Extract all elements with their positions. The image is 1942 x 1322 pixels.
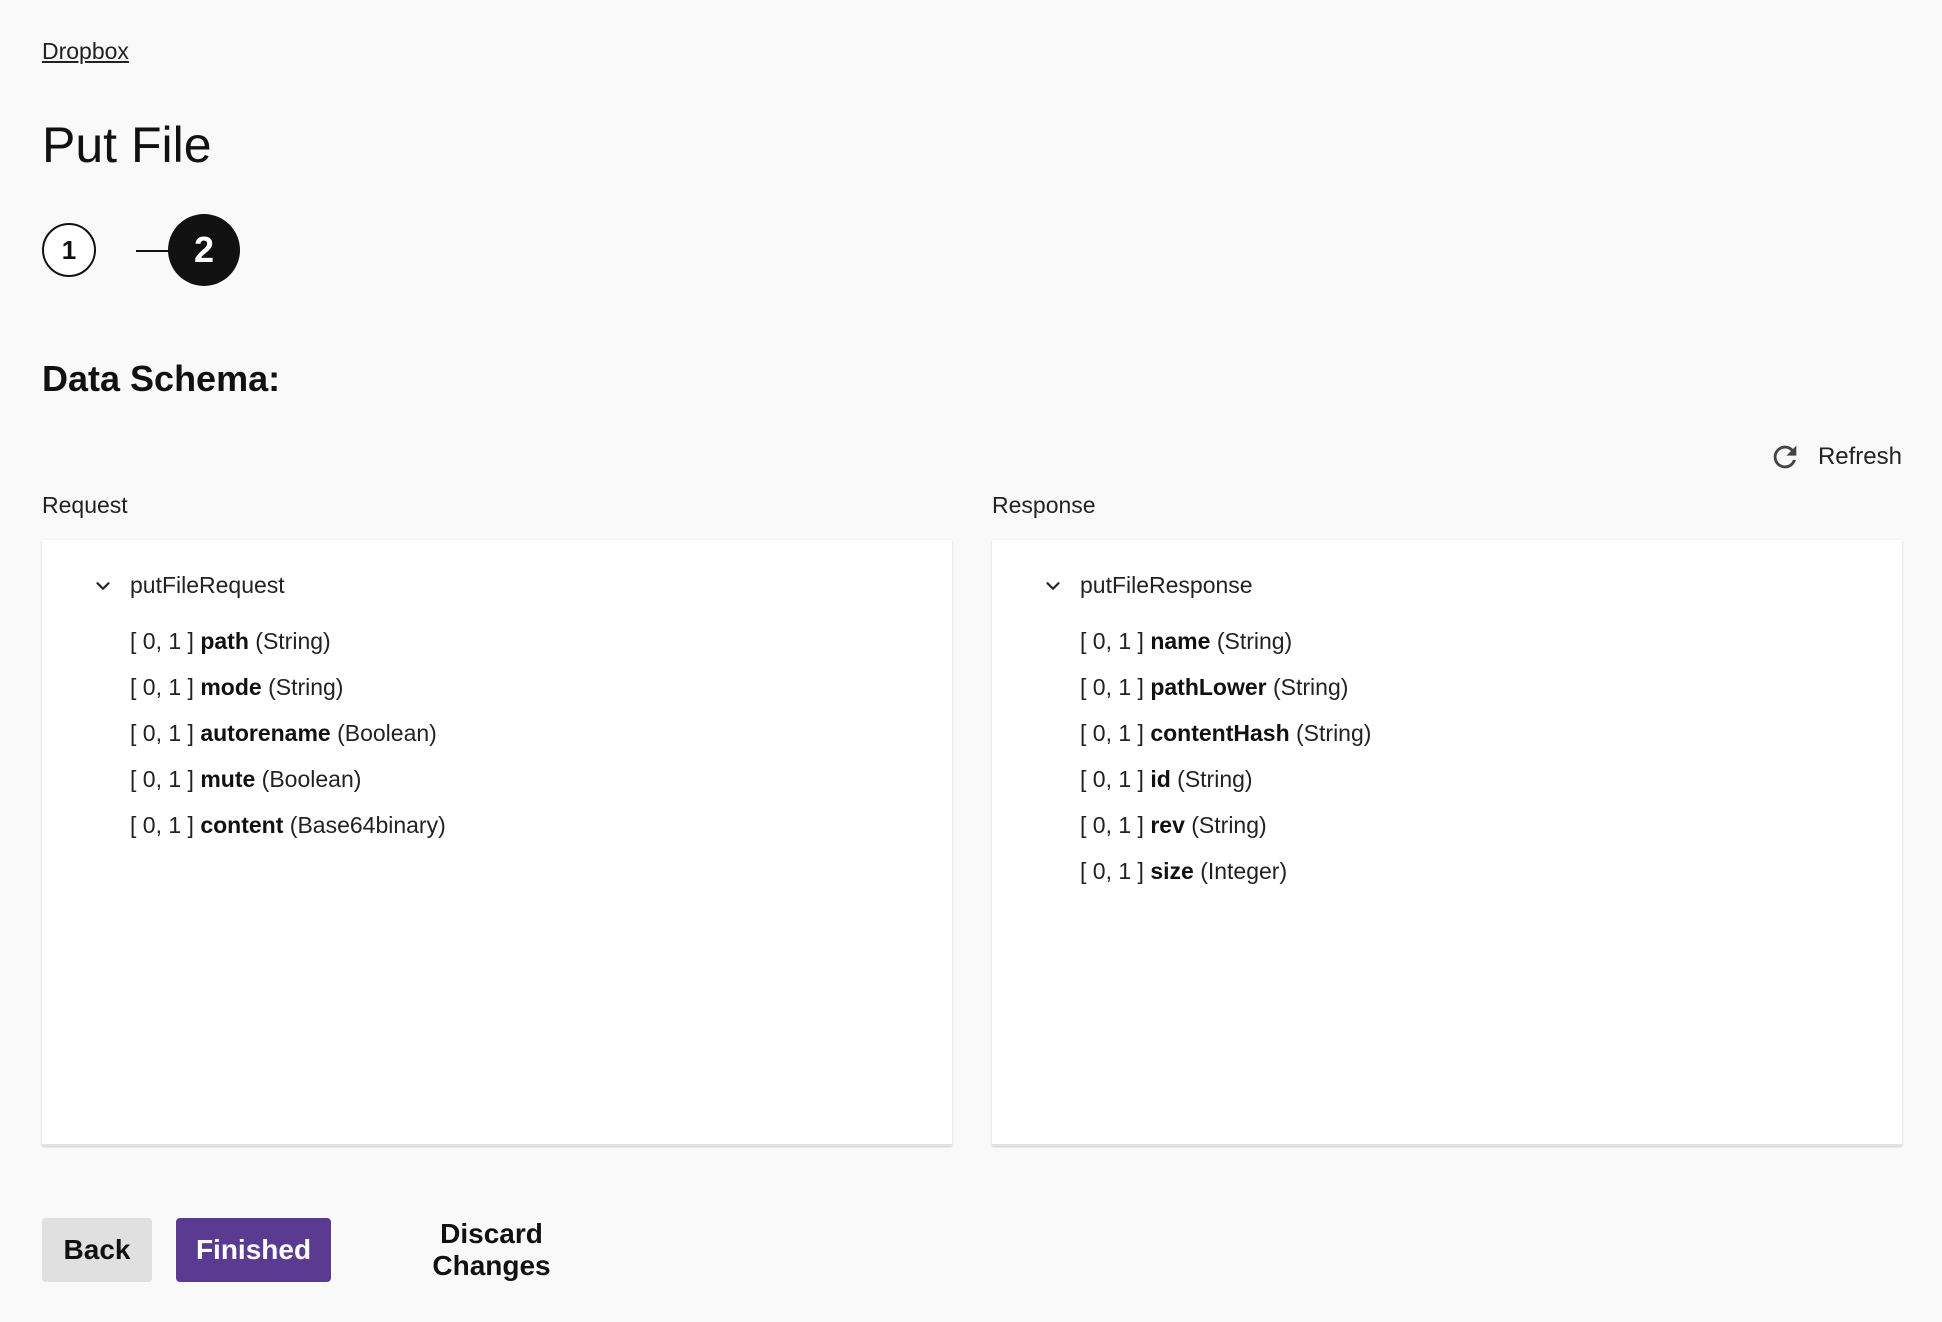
breadcrumb-dropbox[interactable]: Dropbox [42, 38, 129, 65]
field-type: (String) [1273, 674, 1349, 700]
chevron-down-icon[interactable] [92, 575, 114, 597]
field-name: mute [200, 766, 256, 792]
tree-root-request[interactable]: putFileRequest [92, 572, 285, 599]
tree-field: [ 0, 1 ] rev (String) [1080, 802, 1371, 848]
request-label: Request [42, 492, 128, 518]
finished-button[interactable]: Finished [176, 1218, 331, 1282]
stepper: 1 2 [42, 214, 240, 286]
field-name: size [1150, 858, 1194, 884]
tree-field: [ 0, 1 ] name (String) [1080, 618, 1371, 664]
step-2-active[interactable]: 2 [168, 214, 240, 286]
tree-field: [ 0, 1 ] id (String) [1080, 756, 1371, 802]
field-name: name [1150, 628, 1211, 654]
field-type: (Base64binary) [289, 812, 446, 838]
tree-field: [ 0, 1 ] mode (String) [130, 664, 446, 710]
field-name: id [1150, 766, 1171, 792]
field-type: (String) [1296, 720, 1372, 746]
field-name: contentHash [1150, 720, 1290, 746]
refresh-label: Refresh [1817, 443, 1902, 470]
page: Dropbox Put File 1 2 Data Schema: Refres… [0, 0, 1942, 1322]
tree-field: [ 0, 1 ] autorename (Boolean) [130, 710, 446, 756]
field-cardinality: [ 0, 1 ] [1080, 812, 1144, 838]
chevron-down-icon[interactable] [1042, 575, 1064, 597]
refresh-button[interactable]: Refresh [1768, 440, 1902, 474]
tree-field: [ 0, 1 ] path (String) [130, 618, 446, 664]
field-cardinality: [ 0, 1 ] [130, 812, 194, 838]
tree-root-label: putFileRequest [130, 572, 285, 598]
field-name: content [200, 812, 284, 838]
field-cardinality: [ 0, 1 ] [130, 628, 194, 654]
field-type: (Boolean) [261, 766, 362, 792]
field-cardinality: [ 0, 1 ] [130, 674, 194, 700]
field-type: (Integer) [1200, 858, 1288, 884]
request-schema-panel: putFileRequest [ 0, 1 ] path (String) [ … [42, 540, 952, 1146]
response-field-list: [ 0, 1 ] name (String) [ 0, 1 ] pathLowe… [1080, 618, 1371, 894]
tree-field: [ 0, 1 ] size (Integer) [1080, 848, 1371, 894]
field-cardinality: [ 0, 1 ] [1080, 628, 1144, 654]
page-title: Put File [42, 117, 212, 173]
field-type: (String) [1177, 766, 1253, 792]
field-type: (String) [1216, 628, 1293, 654]
field-type: (String) [268, 674, 344, 700]
field-name: mode [200, 674, 262, 700]
tree-field: [ 0, 1 ] content (Base64binary) [130, 802, 446, 848]
response-label: Response [992, 492, 1096, 518]
tree-root-label: putFileResponse [1080, 572, 1253, 598]
field-cardinality: [ 0, 1 ] [130, 766, 194, 792]
stepper-connector [136, 250, 170, 252]
field-type: (String) [1191, 812, 1267, 838]
back-button[interactable]: Back [42, 1218, 152, 1282]
field-name: autorename [200, 720, 331, 746]
field-name: path [200, 628, 249, 654]
tree-field: [ 0, 1 ] mute (Boolean) [130, 756, 446, 802]
field-type: (Boolean) [337, 720, 437, 746]
field-type: (String) [255, 628, 331, 654]
field-cardinality: [ 0, 1 ] [1080, 674, 1144, 700]
field-name: pathLower [1150, 674, 1267, 700]
refresh-icon [1773, 445, 1797, 469]
tree-field: [ 0, 1 ] contentHash (String) [1080, 710, 1371, 756]
data-schema-heading: Data Schema: [42, 358, 281, 399]
step-1[interactable]: 1 [42, 223, 96, 277]
response-schema-panel: putFileResponse [ 0, 1 ] name (String) [… [992, 540, 1902, 1146]
field-cardinality: [ 0, 1 ] [1080, 766, 1144, 792]
field-name: rev [1150, 812, 1185, 838]
field-cardinality: [ 0, 1 ] [130, 720, 194, 746]
field-cardinality: [ 0, 1 ] [1080, 720, 1144, 746]
discard-changes-button[interactable]: Discard Changes [360, 1218, 610, 1282]
request-field-list: [ 0, 1 ] path (String) [ 0, 1 ] mode (St… [130, 618, 446, 848]
tree-field: [ 0, 1 ] pathLower (String) [1080, 664, 1371, 710]
tree-root-response[interactable]: putFileResponse [1042, 572, 1253, 599]
field-cardinality: [ 0, 1 ] [1080, 858, 1144, 884]
